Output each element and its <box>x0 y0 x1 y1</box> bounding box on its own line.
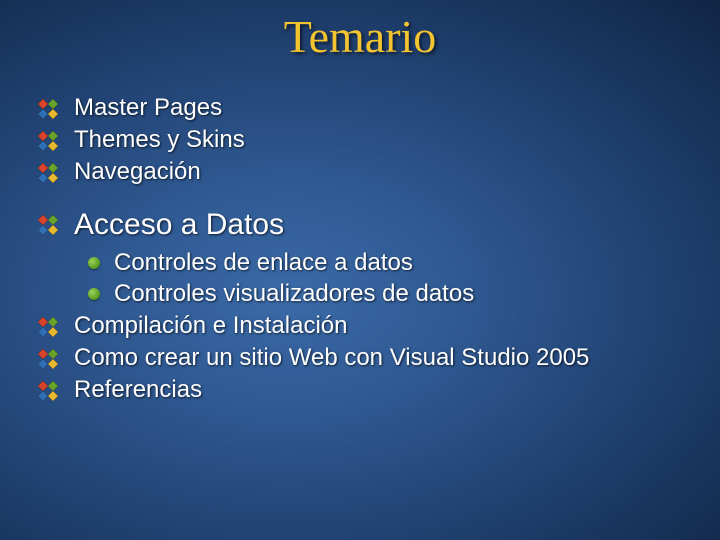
list-item: Master Pages <box>30 93 690 123</box>
list-item: Navegación <box>30 157 690 187</box>
list-item-label: Acceso a Datos <box>74 205 284 246</box>
list-sub-item: Controles visualizadores de datos <box>88 279 690 309</box>
slide-content: Master Pages Themes y Skins <box>30 93 690 405</box>
list-item: Compilación e Instalación <box>30 311 690 341</box>
slide: Temario Master Pages <box>0 0 720 540</box>
list-item-label: Referencias <box>74 375 202 405</box>
diamond-bullet-icon <box>34 99 62 119</box>
list-item: Themes y Skins <box>30 125 690 155</box>
list-item: Como crear un sitio Web con Visual Studi… <box>30 343 690 373</box>
diamond-bullet-icon <box>34 163 62 183</box>
diamond-bullet-icon <box>34 131 62 151</box>
list-item-label: Compilación e Instalación <box>74 311 347 341</box>
dot-bullet-icon <box>88 288 100 300</box>
list-sub-item-label: Controles visualizadores de datos <box>114 279 474 309</box>
diamond-bullet-icon <box>34 215 62 235</box>
list-sub-item: Controles de enlace a datos <box>88 248 690 278</box>
list-item: Referencias <box>30 375 690 405</box>
dot-bullet-icon <box>88 257 100 269</box>
slide-title: Temario <box>30 10 690 63</box>
list-item-label: Themes y Skins <box>74 125 245 155</box>
diamond-bullet-icon <box>34 349 62 369</box>
diamond-bullet-icon <box>34 317 62 337</box>
list-item: Acceso a Datos <box>30 205 690 246</box>
list-sub-item-label: Controles de enlace a datos <box>114 248 413 278</box>
diamond-bullet-icon <box>34 381 62 401</box>
list-item-label: Como crear un sitio Web con Visual Studi… <box>74 343 589 373</box>
list-item-label: Navegación <box>74 157 201 187</box>
list-item-label: Master Pages <box>74 93 222 123</box>
